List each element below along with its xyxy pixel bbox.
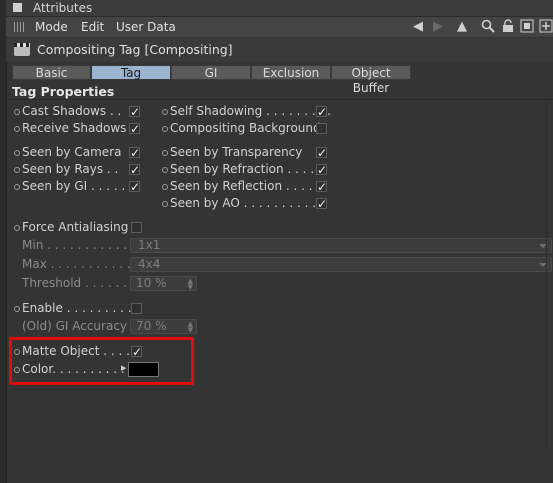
keyframe-dot[interactable] (14, 126, 20, 132)
left-panel-edge (0, 0, 7, 483)
tab-exclusion[interactable]: Exclusion (251, 65, 331, 80)
seen-by-transparency-checkbox[interactable]: ✓ (316, 147, 327, 159)
param-self-shadowing[interactable]: Self Shadowing . . . . . . . . . ✓ (162, 103, 332, 120)
menu-bar: Mode Edit User Data ◀ ▶ ▲ (6, 17, 553, 37)
dropdown-value: 4x4 (138, 257, 161, 271)
window-title: Attributes (33, 1, 93, 15)
param-label: Min . . . . . . . . . . . . . (22, 238, 143, 252)
keyframe-dot[interactable] (162, 126, 168, 132)
panel-square-icon[interactable] (13, 3, 22, 12)
param-label: Cast Shadows . . (22, 104, 122, 118)
seen-by-ao-checkbox[interactable]: ✓ (316, 198, 327, 210)
param-label: Threshold . . . . . . (22, 276, 127, 290)
seen-by-gi-checkbox[interactable]: ✓ (129, 181, 140, 193)
dropdown-value: 1x1 (138, 238, 161, 252)
stepper-arrows-icon[interactable]: ▲ ▼ (188, 321, 193, 334)
settings-icon[interactable] (519, 19, 535, 35)
param-seen-by-gi[interactable]: Seen by GI . . . . . ✓ (14, 178, 154, 195)
keyframe-dot[interactable] (14, 109, 20, 115)
field-value: 10 % (136, 276, 167, 290)
seen-by-reflection-checkbox[interactable]: ✓ (316, 181, 327, 193)
force-antialiasing-checkbox[interactable] (131, 222, 142, 233)
stepper-arrows-icon[interactable]: ▲ ▼ (188, 278, 193, 291)
param-label: Compositing Background (170, 121, 321, 135)
threshold-field[interactable]: 10 % ▲ ▼ (130, 276, 197, 291)
keyframe-dot[interactable] (14, 167, 20, 173)
param-label: (Old) GI Accuracy (22, 319, 128, 333)
highlight-box (9, 337, 194, 385)
keyframe-dot[interactable] (162, 184, 168, 190)
window-titlebar: Attributes (6, 0, 553, 17)
max-dropdown[interactable]: 4x4 (130, 257, 552, 272)
panel-divider (546, 100, 547, 450)
receive-shadows-checkbox[interactable]: ✓ (129, 123, 140, 135)
param-label: Seen by AO . . . . . . . . . . . (170, 196, 324, 210)
param-seen-by-rays[interactable]: Seen by Rays . . ✓ (14, 161, 154, 178)
param-label: Seen by Transparency (170, 145, 303, 159)
param-receive-shadows[interactable]: Receive Shadows ✓ (14, 120, 154, 137)
param-label: Seen by GI . . . . . (22, 179, 126, 193)
section-title: Tag Properties (12, 84, 115, 99)
keyframe-dot[interactable] (162, 167, 168, 173)
param-label: Force Antialiasing (22, 220, 129, 234)
param-threshold: Threshold . . . . . . 10 % ▲ ▼ (14, 275, 214, 292)
param-label: Seen by Rays . . (22, 162, 119, 176)
keyframe-dot[interactable] (162, 201, 168, 207)
param-min: Min . . . . . . . . . . . . . 1x1 (14, 237, 553, 254)
keyframe-dot[interactable] (14, 150, 20, 156)
compositing-tag-icon (14, 43, 30, 56)
param-seen-by-camera[interactable]: Seen by Camera ✓ (14, 144, 154, 161)
tab-gi[interactable]: GI (171, 65, 251, 80)
param-label: Enable . . . . . . . . . . (22, 301, 140, 315)
arrow-right-icon[interactable]: ▶ (430, 19, 446, 35)
section-divider (8, 99, 553, 100)
arrow-left-icon[interactable]: ◀ (410, 19, 426, 35)
param-seen-by-ao[interactable]: Seen by AO . . . . . . . . . . . ✓ (162, 195, 332, 212)
object-title: Compositing Tag [Compositing] (37, 42, 233, 57)
min-dropdown[interactable]: 1x1 (130, 238, 552, 253)
param-gi-accuracy: (Old) GI Accuracy 70 % ▲ ▼ (14, 318, 214, 335)
keyframe-dot[interactable] (14, 225, 20, 231)
arrow-up-icon[interactable]: ▲ (454, 19, 470, 35)
param-enable[interactable]: Enable . . . . . . . . . . (14, 300, 154, 317)
keyframe-dot[interactable] (162, 150, 168, 156)
param-seen-by-transparency[interactable]: Seen by Transparency ✓ (162, 144, 332, 161)
seen-by-camera-checkbox[interactable]: ✓ (129, 147, 140, 159)
param-label: Self Shadowing . . . . . . . . . (170, 104, 331, 118)
enable-checkbox[interactable] (131, 303, 142, 314)
keyframe-dot[interactable] (162, 109, 168, 115)
seen-by-rays-checkbox[interactable]: ✓ (129, 164, 140, 176)
param-seen-by-reflection[interactable]: Seen by Reflection . . . . . ✓ (162, 178, 332, 195)
compositing-background-checkbox[interactable] (316, 123, 327, 134)
lock-icon[interactable] (500, 19, 516, 35)
tab-tag[interactable]: Tag (91, 65, 171, 80)
tab-basic[interactable]: Basic (12, 65, 91, 80)
cast-shadows-checkbox[interactable]: ✓ (129, 106, 140, 118)
field-value: 70 % (136, 319, 167, 333)
param-label: Seen by Reflection . . . . . (170, 179, 321, 193)
param-force-antialiasing[interactable]: Force Antialiasing (14, 219, 154, 236)
search-icon[interactable] (480, 19, 496, 35)
param-seen-by-refraction[interactable]: Seen by Refraction . . . . . ✓ (162, 161, 332, 178)
keyframe-dot[interactable] (14, 306, 20, 312)
menu-mode[interactable]: Mode (35, 17, 68, 37)
param-cast-shadows[interactable]: Cast Shadows . . ✓ (14, 103, 154, 120)
gi-accuracy-field[interactable]: 70 % ▲ ▼ (130, 319, 197, 334)
param-label: Max . . . . . . . . . . . . . (22, 257, 146, 271)
param-compositing-background[interactable]: Compositing Background (162, 120, 332, 137)
menu-user-data[interactable]: User Data (116, 17, 176, 37)
param-label: Seen by Camera (22, 145, 122, 159)
param-label: Receive Shadows (22, 121, 127, 135)
keyframe-dot[interactable] (14, 184, 20, 190)
param-max: Max . . . . . . . . . . . . . 4x4 (14, 256, 553, 273)
grip-icon[interactable] (14, 22, 25, 32)
param-label: Seen by Refraction . . . . . (170, 162, 322, 176)
object-header: Compositing Tag [Compositing] (6, 38, 553, 62)
menu-edit[interactable]: Edit (81, 17, 104, 37)
seen-by-refraction-checkbox[interactable]: ✓ (316, 164, 327, 176)
self-shadowing-checkbox[interactable]: ✓ (316, 106, 327, 118)
new-panel-icon[interactable] (538, 19, 553, 35)
tab-object-buffer[interactable]: Object Buffer (331, 65, 411, 95)
